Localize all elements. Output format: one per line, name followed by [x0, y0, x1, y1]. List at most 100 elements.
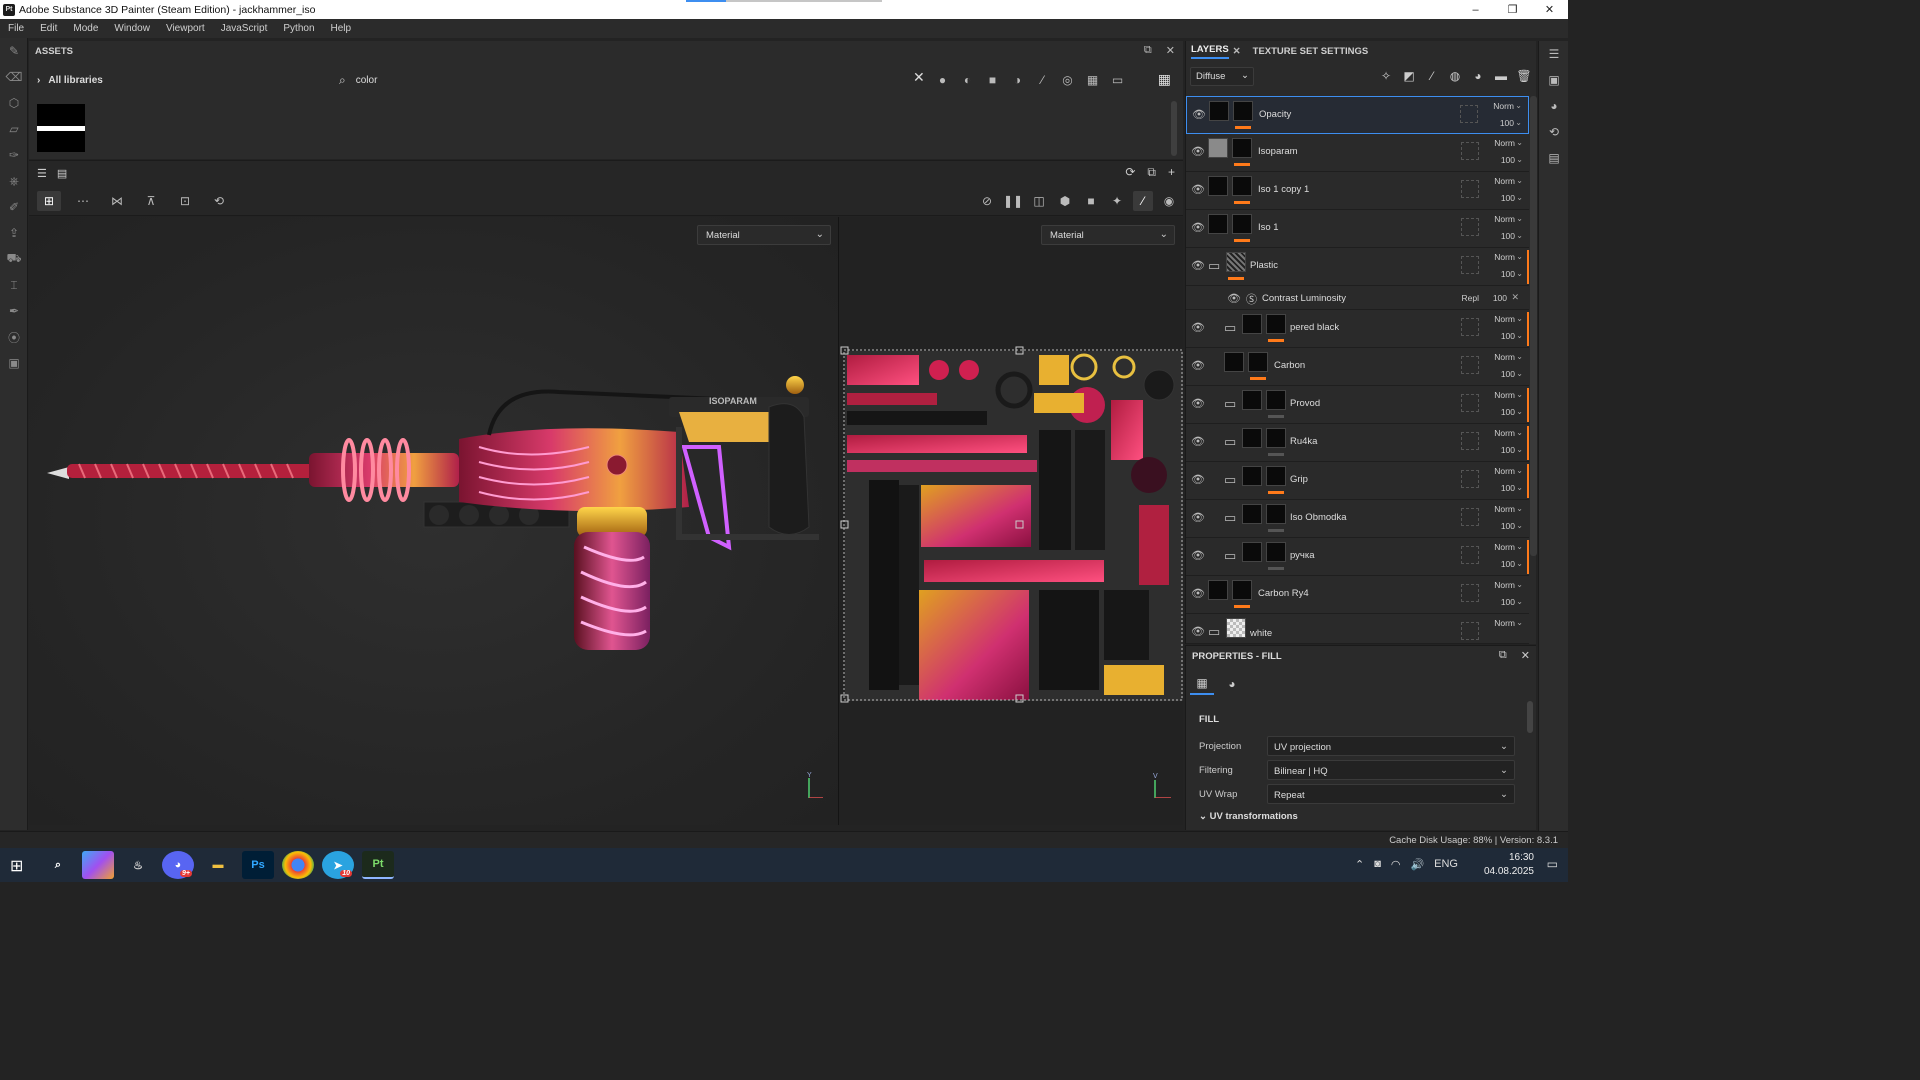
folder-icon[interactable]: ▭	[1224, 434, 1236, 450]
menu-window[interactable]: Window	[106, 23, 158, 34]
layer-opacity[interactable]: 100	[1501, 369, 1515, 379]
assets-scrollbar[interactable]	[1171, 101, 1177, 156]
align-icon[interactable]: ⊼	[139, 191, 163, 211]
properties-scrollbar[interactable]	[1527, 701, 1533, 733]
layer-options-slot[interactable]	[1461, 622, 1479, 640]
file-explorer-icon[interactable]: ▬	[202, 851, 234, 879]
undock-icon[interactable]: ⧉	[1144, 44, 1152, 57]
cube-view-icon[interactable]: ⬢	[1055, 191, 1075, 211]
layer-opacity[interactable]: 100	[1501, 155, 1515, 165]
uv-transformations-toggle[interactable]: ⌄ UV transformations	[1199, 811, 1298, 822]
annotation-tool-icon[interactable]: ✒	[0, 298, 28, 324]
folder-icon[interactable]: ▭	[1208, 624, 1220, 640]
layer-row[interactable]: 👁 Iso 1 copy 1 Norm ⌄ 100 ⌄	[1186, 172, 1529, 210]
layer-blend-mode[interactable]: Norm	[1494, 580, 1515, 590]
menu-help[interactable]: Help	[323, 23, 360, 34]
layer-opacity[interactable]: 100	[1501, 597, 1515, 607]
asset-thumbnail[interactable]	[37, 104, 85, 152]
copilot-icon[interactable]	[82, 851, 114, 879]
layer-row[interactable]: 👁 ▭ Grip Norm ⌄ 100 ⌄	[1186, 462, 1529, 500]
layer-row[interactable]: 👁 Carbon Ry4 Norm ⌄ 100 ⌄	[1186, 576, 1529, 614]
eye-icon[interactable]: 👁	[1191, 321, 1205, 334]
grid-snap-icon[interactable]: ⋯	[71, 191, 95, 211]
filter-smart-material-icon[interactable]: ◐	[960, 72, 975, 87]
eye-icon[interactable]: 👁	[1191, 511, 1205, 524]
layer-blend-mode[interactable]: Norm	[1493, 101, 1514, 111]
layer-row[interactable]: 👁 Carbon Norm ⌄ 100 ⌄	[1186, 348, 1529, 386]
frame-icon[interactable]: ⊡	[173, 191, 197, 211]
menu-viewport[interactable]: Viewport	[158, 23, 213, 34]
menu-javascript[interactable]: JavaScript	[213, 23, 276, 34]
layers-dock-icon[interactable]: ☰	[1539, 41, 1569, 67]
add-mask-icon[interactable]: ◩	[1401, 67, 1417, 85]
layer-row[interactable]: 👁 ▭ Ru4ka Norm ⌄ 100 ⌄	[1186, 424, 1529, 462]
effect-opacity[interactable]: 100	[1493, 293, 1507, 303]
layer-row[interactable]: 👁 Opacity Norm ⌄ 100 ⌄	[1186, 96, 1529, 134]
grid-view-icon[interactable]: ▦	[1158, 71, 1171, 88]
layer-opacity[interactable]: 100	[1501, 559, 1515, 569]
layer-blend-mode[interactable]: Norm	[1494, 390, 1515, 400]
layer-blend-mode[interactable]: Norm	[1494, 252, 1515, 262]
eraser-tool-icon[interactable]: ⌫	[0, 64, 28, 90]
folder-icon[interactable]: ▭	[1224, 510, 1236, 526]
hide-icon[interactable]: ⊘	[977, 191, 997, 211]
filter-brush-icon[interactable]: ⁄	[1035, 72, 1050, 87]
close-properties-icon[interactable]: ✕	[1521, 649, 1530, 662]
bake-tool-icon[interactable]: ⇪	[0, 220, 28, 246]
layer-blend-mode[interactable]: Norm	[1494, 352, 1515, 362]
measure-tool-icon[interactable]: ⌶	[0, 272, 28, 298]
layer-row[interactable]: 👁 ▭ Plastic Norm ⌄ 100 ⌄	[1186, 248, 1529, 286]
layer-options-slot[interactable]	[1460, 105, 1478, 123]
export-tool-icon[interactable]: ▣	[0, 350, 28, 376]
layers-scrollbar[interactable]	[1530, 96, 1537, 556]
layer-blend-mode[interactable]: Norm	[1494, 176, 1515, 186]
wifi-icon[interactable]: ◠	[1391, 858, 1401, 871]
photoshop-icon[interactable]: Ps	[242, 851, 274, 879]
close-window-button[interactable]: ✕	[1531, 0, 1568, 19]
polygon-fill-tool-icon[interactable]: ▱	[0, 116, 28, 142]
layer-options-slot[interactable]	[1461, 546, 1479, 564]
layer-opacity[interactable]: 100	[1501, 269, 1515, 279]
layer-options-slot[interactable]	[1461, 218, 1479, 236]
smudge-tool-icon[interactable]: ✑	[0, 142, 28, 168]
layer-row[interactable]: 👁 ▭ white Norm ⌄	[1186, 614, 1529, 644]
layer-options-slot[interactable]	[1461, 318, 1479, 336]
clone-tool-icon[interactable]: ⎈	[0, 168, 28, 194]
layer-options-slot[interactable]	[1461, 432, 1479, 450]
filter-texture-icon[interactable]: ◎	[1060, 72, 1075, 87]
remove-effect-icon[interactable]: ✕	[1511, 292, 1519, 303]
add-smart-material-icon[interactable]: ◕	[1470, 67, 1486, 85]
eye-icon[interactable]: 👁	[1191, 397, 1205, 410]
add-effect-icon[interactable]: ✧	[1378, 67, 1394, 85]
menu-mode[interactable]: Mode	[65, 23, 106, 34]
layer-row[interactable]: 👁 ▭ Provod Norm ⌄ 100 ⌄	[1186, 386, 1529, 424]
layer-blend-mode[interactable]: Norm	[1494, 428, 1515, 438]
eye-icon[interactable]: 👁	[1191, 587, 1205, 600]
viewport-2d-mode-select[interactable]: Material ⌄	[1041, 225, 1175, 245]
layer-options-slot[interactable]	[1461, 256, 1479, 274]
layer-row[interactable]: 👁 ▭ pered black Norm ⌄ 100 ⌄	[1186, 310, 1529, 348]
telegram-icon[interactable]: ➤ 10	[322, 851, 354, 879]
layer-opacity[interactable]: 100	[1501, 521, 1515, 531]
search-taskbar-icon[interactable]: ⌕	[42, 851, 74, 879]
filtering-select[interactable]: Bilinear | HQ ⌄	[1267, 760, 1515, 780]
layer-options-slot[interactable]	[1461, 142, 1479, 160]
menu-edit[interactable]: Edit	[32, 23, 65, 34]
new-window-icon[interactable]: ⧉	[1147, 165, 1156, 180]
effect-blend-mode[interactable]: Repl	[1462, 293, 1479, 303]
projection-select[interactable]: UV projection ⌄	[1267, 736, 1515, 756]
painter-taskbar-icon[interactable]: Pt	[362, 851, 394, 879]
display-settings-icon[interactable]: ▣	[1539, 67, 1569, 93]
filter-material-icon[interactable]: ●	[935, 72, 950, 87]
folder-icon[interactable]: ▭	[1224, 548, 1236, 564]
history-dock-icon[interactable]: ⟲	[1539, 119, 1569, 145]
eye-icon[interactable]: 👁	[1191, 549, 1205, 562]
refresh-icon[interactable]: ⟳	[1125, 165, 1135, 180]
layer-opacity[interactable]: 100	[1501, 483, 1515, 493]
add-paint-layer-icon[interactable]: ⁄	[1424, 67, 1440, 85]
chevron-up-icon[interactable]: ⌃	[1355, 858, 1364, 871]
eye-icon[interactable]: 👁	[1191, 473, 1205, 486]
layer-opacity[interactable]: 100	[1501, 445, 1515, 455]
eye-icon[interactable]: 👁	[1191, 145, 1205, 158]
close-assets-icon[interactable]: ✕	[1166, 44, 1175, 57]
